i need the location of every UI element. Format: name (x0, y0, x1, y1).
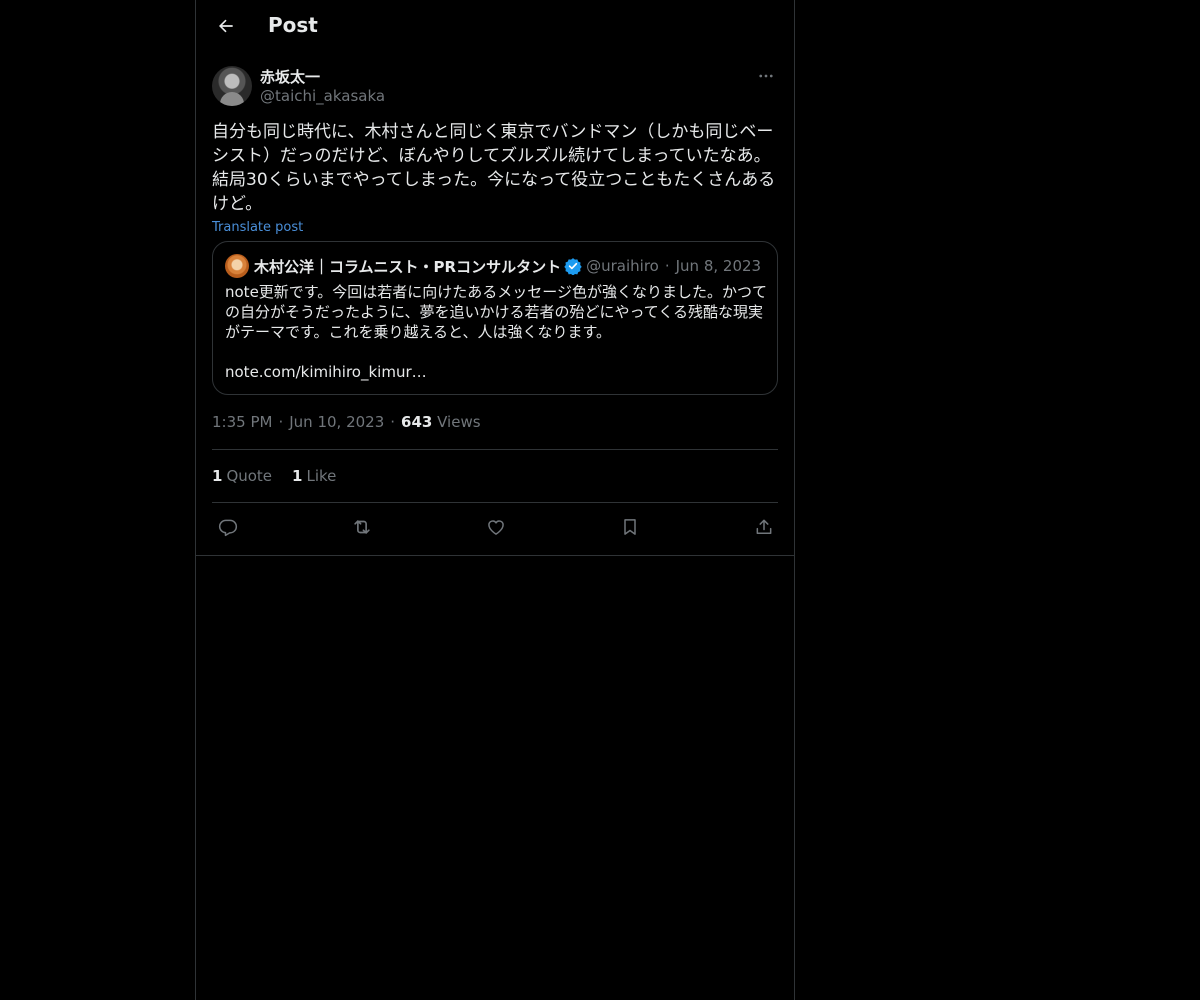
quoted-author-avatar (225, 254, 249, 278)
back-button[interactable] (208, 8, 244, 44)
share-icon (756, 519, 772, 534)
quoted-author-handle: @uraihiro (586, 257, 659, 275)
post-date[interactable]: Jun 10, 2023 (289, 413, 384, 431)
verified-badge-icon (564, 257, 582, 275)
quotes-stat[interactable]: 1 Quote (212, 467, 272, 485)
primary-column: Post 赤坂太一 @taichi_akasaka 自分も同じ時代に、木村さんと… (195, 0, 795, 1000)
post-detail: 赤坂太一 @taichi_akasaka 自分も同じ時代に、木村さんと同じく東京… (212, 64, 778, 551)
post-text: 自分も同じ時代に、木村さんと同じく東京でバンドマン（しかも同じベー シスト）だっ… (212, 122, 776, 214)
likes-stat[interactable]: 1 Like (292, 467, 336, 485)
back-arrow-icon (219, 19, 233, 33)
author-name[interactable]: 赤坂太一 (260, 66, 320, 87)
quoted-post-card[interactable]: 木村公洋｜コラムニスト・PRコンサルタント @uraihiro · Jun 8,… (212, 241, 778, 395)
engagement-stats: 1 Quote 1 Like (212, 450, 778, 502)
separator-dot: · (664, 257, 670, 275)
bookmark-icon (624, 519, 636, 535)
translate-post-link[interactable]: Translate post (212, 220, 778, 238)
like-icon (488, 520, 504, 535)
quotes-count: 1 (212, 467, 223, 485)
likes-label: Like (306, 467, 337, 485)
quoted-post-text: note更新です。今回は若者に向けたあるメッセージ色が強くなりました。かつて の… (225, 283, 767, 381)
quotes-label: Quote (226, 467, 273, 485)
like-button[interactable] (484, 515, 508, 539)
post-author-row: 赤坂太一 @taichi_akasaka (212, 64, 778, 108)
reply-icon (218, 519, 238, 537)
more-options-button[interactable] (754, 64, 778, 88)
views-count: 643 (401, 413, 433, 431)
views-label: Views (437, 413, 481, 431)
separator-dot: · (390, 413, 396, 431)
quoted-post-header: 木村公洋｜コラムニスト・PRコンサルタント @uraihiro · Jun 8,… (225, 254, 761, 278)
post-actions (212, 503, 778, 551)
page-title: Post (268, 13, 318, 37)
repost-button[interactable] (350, 515, 374, 539)
bookmark-button[interactable] (618, 515, 642, 539)
separator-dot: · (278, 413, 284, 431)
post-meta: 1:35 PM · Jun 10, 2023 · 643 Views (212, 413, 778, 433)
more-horizontal-icon (759, 74, 773, 78)
divider (196, 555, 794, 556)
reply-button[interactable] (216, 515, 240, 539)
page-header: Post (196, 0, 794, 53)
author-handle[interactable]: @taichi_akasaka (260, 87, 385, 105)
likes-count: 1 (292, 467, 303, 485)
author-avatar[interactable] (212, 66, 252, 106)
post-time[interactable]: 1:35 PM (212, 413, 272, 431)
share-button[interactable] (752, 515, 776, 539)
quoted-author-name: 木村公洋｜コラムニスト・PRコンサルタント (254, 257, 562, 276)
repost-icon (354, 520, 370, 534)
quoted-post-date: Jun 8, 2023 (675, 257, 762, 275)
